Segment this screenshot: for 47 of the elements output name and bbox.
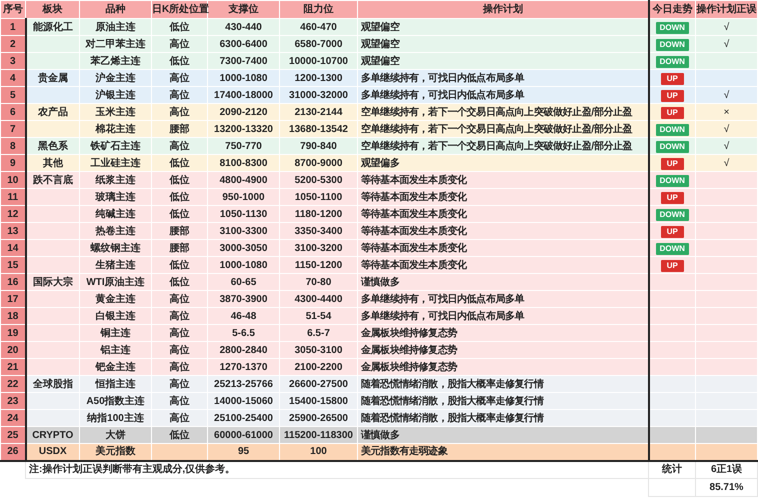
table-cell: 统计	[648, 460, 696, 478]
row-number: 11	[0, 188, 26, 206]
row-number: 14	[0, 240, 26, 256]
trend-badge: DOWN	[656, 124, 689, 136]
row-number: 15	[0, 256, 26, 274]
row-number: 16	[0, 274, 26, 290]
table-cell: 6正1误	[696, 460, 758, 478]
header-cell: 序号	[0, 0, 26, 18]
row-number: 22	[0, 376, 26, 392]
trend-badge: DOWN	[656, 208, 689, 220]
header-cell: 阻力位	[280, 0, 358, 18]
row-number: 9	[0, 154, 26, 172]
trend-badge: DOWN	[656, 56, 689, 68]
row-number: 21	[0, 358, 26, 376]
trend-badge: DOWN	[656, 38, 689, 50]
row-number: 8	[0, 138, 26, 154]
row-number: 10	[0, 172, 26, 188]
row-number: 23	[0, 392, 26, 410]
row-number: 18	[0, 308, 26, 324]
trend-badge: UP	[660, 192, 684, 204]
row-number: 26	[0, 444, 26, 460]
row-number: 25	[0, 426, 26, 444]
row-number: 4	[0, 70, 26, 86]
trend-badge: UP	[660, 72, 684, 84]
row-number: 19	[0, 324, 26, 342]
trend-badge: DOWN	[656, 22, 689, 34]
row-number: 5	[0, 86, 26, 104]
note-text: 注:操作计划正误判断带有主观成分,仅供参考。	[26, 460, 648, 478]
trend-badge: UP	[660, 260, 684, 272]
trend-badge: DOWN	[656, 174, 689, 186]
trend-badge: DOWN	[656, 242, 689, 254]
row-number: 1	[0, 18, 26, 36]
row-number: 7	[0, 120, 26, 138]
row-number: 13	[0, 222, 26, 240]
trend-badge: UP	[660, 106, 684, 118]
row-number: 3	[0, 52, 26, 70]
row-number: 17	[0, 290, 26, 308]
row-number: 2	[0, 36, 26, 52]
row-number: 24	[0, 410, 26, 426]
trend-badge: UP	[660, 226, 684, 238]
trend-badge: UP	[660, 90, 684, 102]
table-cell: 85.71%	[696, 478, 758, 496]
row-number: 6	[0, 104, 26, 120]
trend-badge: UP	[660, 158, 684, 170]
row-number: 12	[0, 206, 26, 222]
row-number: 20	[0, 342, 26, 358]
trend-badge: DOWN	[656, 140, 689, 152]
